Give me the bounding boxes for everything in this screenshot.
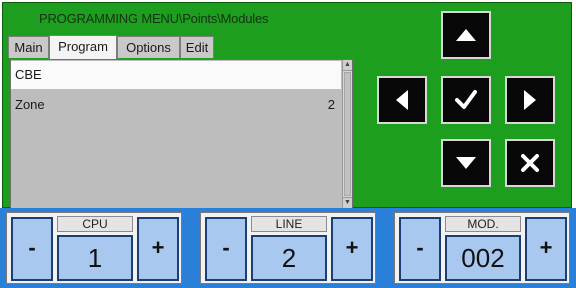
list-item-zone[interactable]: Zone 2 <box>11 91 341 119</box>
list-item-label: CBE <box>15 67 42 82</box>
points-list: CBE Zone 2 ▲ ▼ <box>10 59 353 209</box>
cpu-value: 1 <box>57 235 133 281</box>
module-value: 002 <box>445 235 521 281</box>
cpu-label: CPU <box>57 216 133 232</box>
up-arrow-icon <box>456 29 476 41</box>
line-increment-button[interactable]: + <box>331 217 373 281</box>
check-icon <box>455 90 477 109</box>
right-button[interactable] <box>505 76 555 124</box>
cancel-button[interactable] <box>505 139 555 187</box>
tab-options[interactable]: Options <box>117 36 180 58</box>
selector-bar: - CPU 1 + - LINE 2 + - MOD. 002 + <box>0 208 576 288</box>
scroll-thumb[interactable] <box>344 72 351 196</box>
line-value: 2 <box>251 235 327 281</box>
left-button[interactable] <box>377 76 427 124</box>
programming-panel: PROGRAMMING MENU\Points\Modules Main Pro… <box>2 2 572 209</box>
tab-program[interactable]: Program <box>49 35 117 59</box>
line-label: LINE <box>251 216 327 232</box>
down-arrow-icon <box>456 157 476 169</box>
left-arrow-icon <box>396 90 408 110</box>
module-decrement-button[interactable]: - <box>399 217 441 281</box>
module-increment-button[interactable]: + <box>525 217 567 281</box>
scroll-down-arrow-icon[interactable]: ▼ <box>343 197 352 208</box>
scroll-up-arrow-icon[interactable]: ▲ <box>343 60 352 71</box>
line-stepper: - LINE 2 + <box>200 212 376 284</box>
cpu-decrement-button[interactable]: - <box>11 217 53 281</box>
menu-title: PROGRAMMING MENU\Points\Modules <box>39 11 269 26</box>
list-item-cbe[interactable]: CBE <box>11 61 341 89</box>
module-label: MOD. <box>445 216 521 232</box>
cpu-increment-button[interactable]: + <box>137 217 179 281</box>
list-scrollbar[interactable]: ▲ ▼ <box>342 60 352 208</box>
tab-edit[interactable]: Edit <box>180 36 214 58</box>
screen: PROGRAMMING MENU\Points\Modules Main Pro… <box>0 0 576 288</box>
right-arrow-icon <box>524 90 536 110</box>
confirm-button[interactable] <box>441 76 491 124</box>
cancel-icon <box>521 154 539 172</box>
cpu-stepper: - CPU 1 + <box>6 212 182 284</box>
line-decrement-button[interactable]: - <box>205 217 247 281</box>
list-item-value: 2 <box>327 97 335 112</box>
list-item-label: Zone <box>15 97 45 112</box>
down-button[interactable] <box>441 139 491 187</box>
module-stepper: - MOD. 002 + <box>394 212 570 284</box>
up-button[interactable] <box>441 11 491 59</box>
tab-main[interactable]: Main <box>8 36 49 58</box>
